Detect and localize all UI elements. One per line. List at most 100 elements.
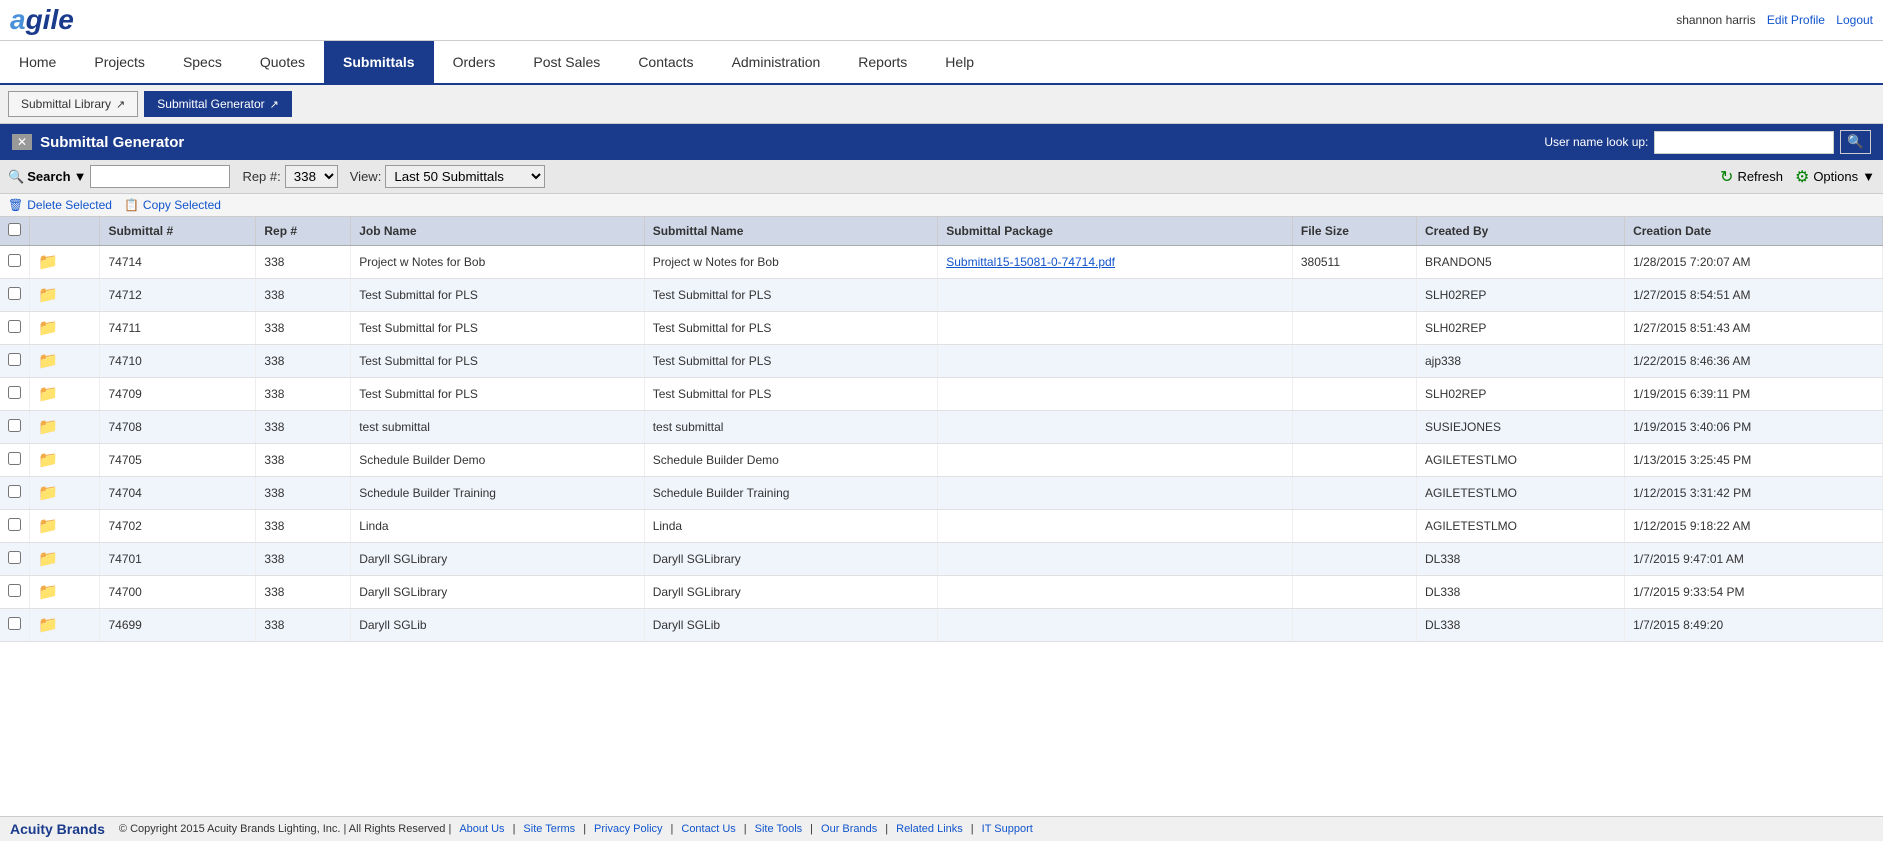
rep-select[interactable]: 338 (285, 165, 338, 188)
row-folder-icon[interactable]: 📁 (30, 510, 100, 543)
row-submittal_name: Daryll SGLibrary (644, 576, 938, 609)
row-file_size (1292, 411, 1416, 444)
row-folder-icon[interactable]: 📁 (30, 279, 100, 312)
row-creation_date: 1/19/2015 3:40:06 PM (1625, 411, 1883, 444)
footer-link-about-us[interactable]: About Us (459, 823, 504, 835)
row-created_by: BRANDON5 (1416, 246, 1624, 279)
search-input[interactable] (90, 165, 230, 188)
row-folder-icon[interactable]: 📁 (30, 576, 100, 609)
row-checkbox[interactable] (0, 246, 30, 279)
nav-item-post-sales[interactable]: Post Sales (514, 41, 619, 83)
edit-profile-link[interactable]: Edit Profile (1767, 13, 1825, 27)
view-select[interactable]: Last 50 SubmittalsLast 100 SubmittalsAll… (385, 165, 545, 188)
row-folder-icon[interactable]: 📁 (30, 477, 100, 510)
row-checkbox[interactable] (0, 510, 30, 543)
row-folder-icon[interactable]: 📁 (30, 411, 100, 444)
row-submittal_name: Test Submittal for PLS (644, 312, 938, 345)
view-area: View: Last 50 SubmittalsLast 100 Submitt… (350, 165, 546, 188)
footer-link-site-tools[interactable]: Site Tools (755, 823, 803, 835)
tab-bar: Submittal Library ↗Submittal Generator ↗ (0, 85, 1883, 124)
nav-item-help[interactable]: Help (926, 41, 993, 83)
footer-link-it-support[interactable]: IT Support (982, 823, 1033, 835)
footer-link-related-links[interactable]: Related Links (896, 823, 963, 835)
options-button[interactable]: ⚙ Options ▼ (1795, 167, 1875, 187)
row-submittal_name: Daryll SGLibrary (644, 543, 938, 576)
tab-submittal-library[interactable]: Submittal Library ↗ (8, 91, 138, 117)
row-folder-icon[interactable]: 📁 (30, 609, 100, 642)
footer: Acuity Brands © Copyright 2015 Acuity Br… (0, 816, 1883, 841)
logout-link[interactable]: Logout (1836, 13, 1873, 27)
row-rep: 338 (256, 543, 351, 576)
nav-item-contacts[interactable]: Contacts (619, 41, 712, 83)
header-submittal-num: Submittal # (100, 217, 256, 246)
footer-link-our-brands[interactable]: Our Brands (821, 823, 877, 835)
delete-icon: 🗑 (8, 198, 23, 212)
nav-item-specs[interactable]: Specs (164, 41, 241, 83)
header-creation-date: Creation Date (1625, 217, 1883, 246)
row-job_name: Test Submittal for PLS (351, 312, 645, 345)
panel-close-button[interactable]: ✕ (12, 134, 32, 150)
row-created_by: SLH02REP (1416, 279, 1624, 312)
options-icon: ⚙ (1795, 167, 1809, 187)
row-folder-icon[interactable]: 📁 (30, 444, 100, 477)
refresh-button[interactable]: ↻ Refresh (1720, 167, 1783, 187)
row-creation_date: 1/27/2015 8:54:51 AM (1625, 279, 1883, 312)
folder-icon: 📁 (38, 320, 58, 337)
table-container: Submittal # Rep # Job Name Submittal Nam… (0, 217, 1883, 642)
row-checkbox[interactable] (0, 378, 30, 411)
row-checkbox[interactable] (0, 444, 30, 477)
delete-label: Delete Selected (27, 198, 112, 212)
search-dropdown-toggle[interactable]: 🔍 Search ▼ (8, 169, 86, 185)
options-chevron-icon: ▼ (1862, 169, 1875, 184)
row-checkbox[interactable] (0, 279, 30, 312)
header-select-all[interactable] (0, 217, 30, 246)
nav-item-administration[interactable]: Administration (713, 41, 840, 83)
folder-icon: 📁 (38, 287, 58, 304)
row-id: 74709 (100, 378, 256, 411)
row-folder-icon[interactable]: 📁 (30, 246, 100, 279)
user-lookup-search-button[interactable]: 🔍 (1840, 130, 1871, 154)
tab-submittal-generator[interactable]: Submittal Generator ↗ (144, 91, 292, 117)
row-checkbox[interactable] (0, 312, 30, 345)
row-creation_date: 1/12/2015 9:18:22 AM (1625, 510, 1883, 543)
nav-item-home[interactable]: Home (0, 41, 75, 83)
delete-selected-link[interactable]: 🗑 Delete Selected (8, 198, 112, 212)
package-link[interactable]: Submittal15-15081-0-74714.pdf (946, 255, 1115, 269)
footer-link-site-terms[interactable]: Site Terms (523, 823, 575, 835)
row-rep: 338 (256, 576, 351, 609)
panel-title: ✕ Submittal Generator (12, 134, 184, 151)
external-link-icon: ↗ (116, 98, 125, 111)
options-label: Options (1813, 169, 1858, 184)
user-lookup-input[interactable] (1654, 131, 1834, 154)
nav-item-quotes[interactable]: Quotes (241, 41, 324, 83)
row-checkbox[interactable] (0, 609, 30, 642)
footer-link-contact-us[interactable]: Contact Us (681, 823, 735, 835)
table-row: 📁74699338Daryll SGLibDaryll SGLibDL3381/… (0, 609, 1883, 642)
folder-icon: 📁 (38, 485, 58, 502)
row-checkbox[interactable] (0, 477, 30, 510)
nav-item-projects[interactable]: Projects (75, 41, 164, 83)
row-folder-icon[interactable]: 📁 (30, 543, 100, 576)
footer-link-privacy-policy[interactable]: Privacy Policy (594, 823, 662, 835)
row-file_size (1292, 444, 1416, 477)
row-file_size (1292, 543, 1416, 576)
row-folder-icon[interactable]: 📁 (30, 345, 100, 378)
footer-separator: | (671, 823, 674, 835)
panel-header: ✕ Submittal Generator User name look up:… (0, 124, 1883, 160)
row-checkbox[interactable] (0, 345, 30, 378)
row-checkbox[interactable] (0, 411, 30, 444)
row-submittal_name: Test Submittal for PLS (644, 345, 938, 378)
row-package[interactable]: Submittal15-15081-0-74714.pdf (938, 246, 1293, 279)
copy-selected-link[interactable]: 📋 Copy Selected (124, 198, 221, 212)
row-package (938, 543, 1293, 576)
row-package (938, 477, 1293, 510)
row-job_name: Daryll SGLibrary (351, 576, 645, 609)
header-package: Submittal Package (938, 217, 1293, 246)
row-folder-icon[interactable]: 📁 (30, 312, 100, 345)
row-checkbox[interactable] (0, 576, 30, 609)
nav-item-reports[interactable]: Reports (839, 41, 926, 83)
row-folder-icon[interactable]: 📁 (30, 378, 100, 411)
row-checkbox[interactable] (0, 543, 30, 576)
nav-item-orders[interactable]: Orders (434, 41, 515, 83)
nav-item-submittals[interactable]: Submittals (324, 41, 434, 83)
